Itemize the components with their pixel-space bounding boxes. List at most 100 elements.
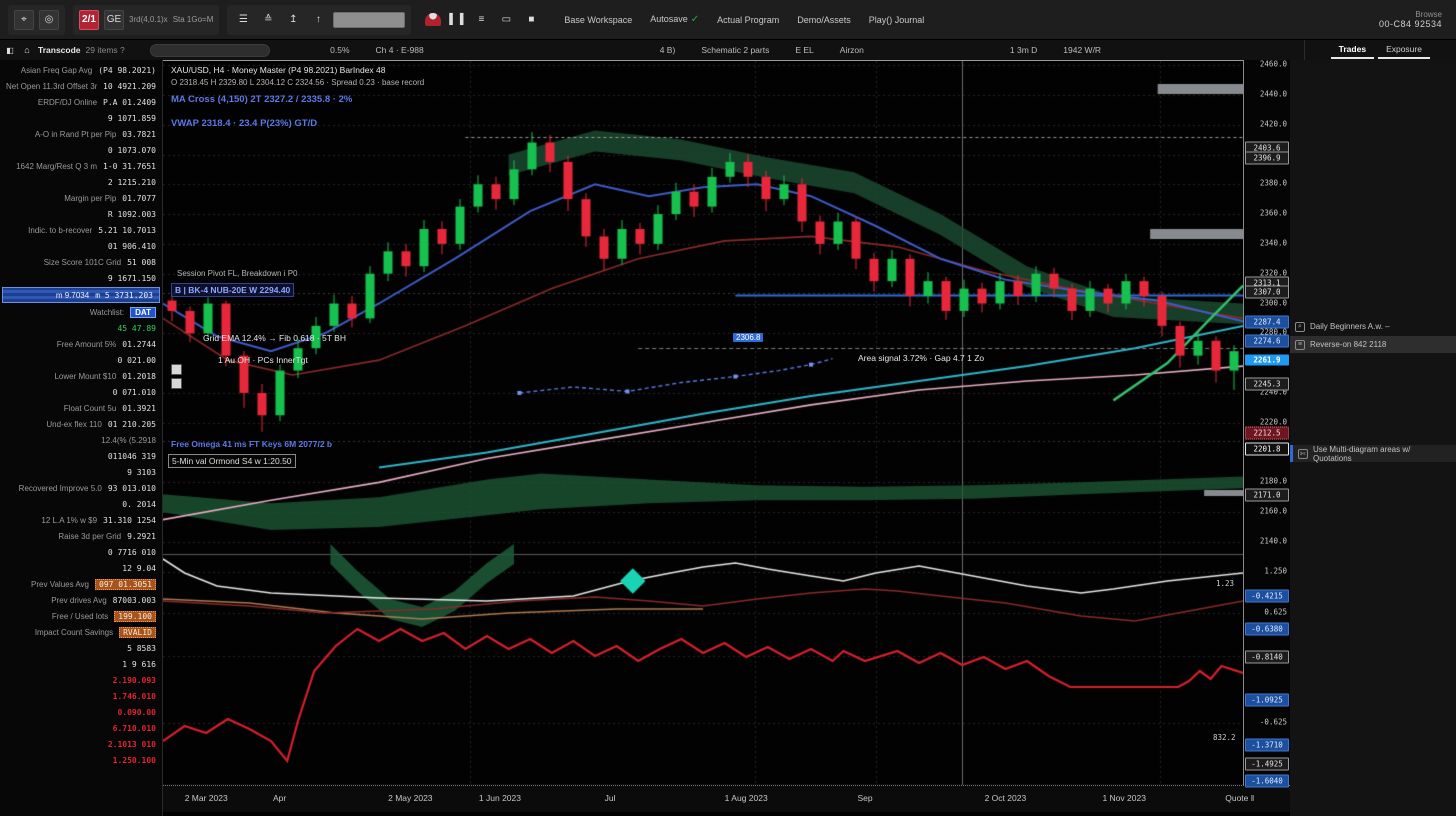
price-tag-dark[interactable]: 2307.0 xyxy=(1245,286,1289,299)
chat-tool-icon[interactable]: ■ xyxy=(521,10,541,30)
filter-tool-icon[interactable]: ↑ xyxy=(308,10,328,30)
watchlist-row[interactable]: Recovered Improve 5.093 013.010 xyxy=(0,480,162,496)
watchlist-row[interactable]: A-O in Rand Pt per Pip03.7821 xyxy=(0,126,162,142)
price-tag-blue[interactable]: 2287.4 xyxy=(1245,316,1289,329)
watchlist-row[interactable]: Float Count 5u01.3921 xyxy=(0,400,162,416)
watchlist-row[interactable]: Asian Freq Gap Avg(P4 98.2021) xyxy=(0,62,162,78)
watchlist-row[interactable]: m 9.7034m 5 3731.203 xyxy=(2,287,160,303)
layers-tool-icon[interactable]: ☰ xyxy=(233,10,253,30)
price-tag-blue[interactable]: -0.4215 xyxy=(1245,590,1289,603)
watchlist-row[interactable]: Lower Mount $1001.2018 xyxy=(0,368,162,384)
watchlist-row[interactable]: Indic. to b-recover5.21 10.7013 xyxy=(0,222,162,238)
menu-item-base-workspace[interactable]: Base Workspace xyxy=(555,15,641,25)
price-chart-canvas[interactable] xyxy=(163,61,1243,786)
watchlist-row[interactable]: 2.190.093 xyxy=(0,672,162,688)
watchlist-row[interactable]: 1642 Marg/Rest Q 3 m1-0 31.7651 xyxy=(0,158,162,174)
watchlist-row[interactable]: 0. 2014 xyxy=(0,496,162,512)
collapse-sidebar-icon[interactable]: ◧ xyxy=(4,44,16,56)
watchlist-row[interactable]: Watchlist:DAT xyxy=(0,304,162,320)
watchlist-row[interactable]: 0.090.00 xyxy=(0,704,162,720)
price-tag-dark[interactable]: -1.4925 xyxy=(1245,758,1289,771)
watchlist-row[interactable]: 1.746.010 xyxy=(0,688,162,704)
chart-range-token-1[interactable]: 1942 W/R xyxy=(1063,45,1101,55)
watchlist-row[interactable]: 9 3103 xyxy=(0,464,162,480)
watchlist-row[interactable]: Und-ex flex 11001 210.205 xyxy=(0,416,162,432)
chart-mid-token-3[interactable]: Airzon xyxy=(840,45,864,55)
watchlist-row[interactable]: 12.4(% (5.2918 xyxy=(0,432,162,448)
watchlist-row[interactable]: 5 8583 xyxy=(0,640,162,656)
chart-mid-token-0[interactable]: 4 B) xyxy=(660,45,676,55)
watchlist-row[interactable]: 9 1671.150 xyxy=(0,270,162,286)
time-axis[interactable]: 2 Mar 2023Apr2 May 20231 Jun 2023Jul1 Au… xyxy=(163,785,1290,812)
price-tag-blue[interactable]: -1.0925 xyxy=(1245,694,1289,707)
watchlist-row[interactable]: 1.250.100 xyxy=(0,752,162,768)
chart-token-0[interactable]: 0.5% xyxy=(330,45,349,55)
watchlist-row[interactable]: Raise 3d per Grid9.2921 xyxy=(0,528,162,544)
sell-buy-icon[interactable]: 2/1 xyxy=(79,10,99,30)
price-tag-red[interactable]: 2212.5 xyxy=(1245,427,1289,440)
pointer-tool-icon[interactable]: ⌖ xyxy=(14,10,34,30)
watchlist-row[interactable]: 12 9.04 xyxy=(0,560,162,576)
watchlist-row[interactable]: 0 7716 010 xyxy=(0,544,162,560)
price-axis[interactable]: 2460.02440.02420.02400.02380.02360.02340… xyxy=(1243,60,1290,785)
watchlist-row[interactable]: 45 47.89 xyxy=(0,320,162,336)
anchor-tool-icon[interactable]: ≙ xyxy=(258,10,278,30)
corner-browse-label[interactable]: Browse xyxy=(1379,10,1442,19)
tune-tool-icon[interactable]: ≡ xyxy=(471,10,491,30)
grid-tool-icon[interactable]: GE xyxy=(104,10,124,30)
watchlist-row[interactable]: Margin per Pip01.7077 xyxy=(0,190,162,206)
watchlist-row[interactable]: 011046 319 xyxy=(0,448,162,464)
panel-notification-item[interactable]: ≡Reverse-on 842 2118 xyxy=(1290,336,1456,353)
watchlist-row[interactable]: 0 1073.070 xyxy=(0,142,162,158)
watchlist-row[interactable]: 0 021.00 xyxy=(0,352,162,368)
watchlist-row[interactable]: Free / Used lots199.100 xyxy=(0,608,162,624)
price-tag-dark[interactable]: -0.8140 xyxy=(1245,651,1289,664)
watchlist-row[interactable]: 6.710.010 xyxy=(0,720,162,736)
watchlist-row[interactable]: 12 L.A 1% w $931.310 1254 xyxy=(0,512,162,528)
price-tag-dark[interactable]: 2245.3 xyxy=(1245,378,1289,391)
chart-tool-icon[interactable] xyxy=(171,378,182,389)
watchlist-row[interactable]: Free Amount 5%01.2744 xyxy=(0,336,162,352)
watchlist-row[interactable]: 01 906.410 xyxy=(0,238,162,254)
watchlist-row[interactable]: R 1092.003 xyxy=(0,206,162,222)
watchlist-row[interactable]: Size Score 101C Grid51 008 xyxy=(0,254,162,270)
chart-token-1[interactable]: Ch 4 · E-988 xyxy=(376,45,424,55)
price-tag-blue[interactable]: 2274.6 xyxy=(1245,335,1289,348)
price-tag-blue[interactable]: -1.6040 xyxy=(1245,775,1289,788)
price-tag-dark[interactable]: 2171.0 xyxy=(1245,489,1289,502)
watchlist-row[interactable]: 0 071.010 xyxy=(0,384,162,400)
price-tag-dark[interactable]: 2396.9 xyxy=(1245,152,1289,165)
watchlist-row[interactable]: Prev drives Avg87003.003 xyxy=(0,592,162,608)
watchlist-row[interactable]: Impact Count SavingsRVALID xyxy=(0,624,162,640)
panel-footer-item[interactable]: ✄Use Multi-diagram areas w/ Quotations xyxy=(1290,445,1456,462)
monitor-tool-icon[interactable]: ▭ xyxy=(496,10,516,30)
price-tag-white[interactable]: 2201.8 xyxy=(1245,443,1289,456)
watchlist-row[interactable]: Net Open 11.3rd Offset 3rd10 4921.209 xyxy=(0,78,162,94)
pin-tool-icon[interactable]: ↥ xyxy=(283,10,303,30)
tab-trades[interactable]: Trades xyxy=(1331,42,1374,59)
alarm-icon[interactable] xyxy=(425,13,441,26)
watchlist-row[interactable]: 2.1013 010 xyxy=(0,736,162,752)
order-size-input[interactable] xyxy=(333,12,405,28)
chart-mid-token-2[interactable]: E EL xyxy=(795,45,813,55)
price-tag-blue[interactable]: -0.6380 xyxy=(1245,623,1289,636)
menu-item-play-journal[interactable]: Play() Journal xyxy=(860,15,934,25)
menu-item-demo-assets[interactable]: Demo/Assets xyxy=(788,15,860,25)
chart-mid-token-1[interactable]: Schematic 2 parts xyxy=(701,45,769,55)
menu-item-autosave[interactable]: Autosave✓ xyxy=(641,14,708,25)
price-tag-bright[interactable]: 2261.9 xyxy=(1245,355,1289,366)
panel-notification-item[interactable]: ⌕Daily Beginners A.w. – xyxy=(1290,318,1456,335)
chart-area[interactable]: XAU/USD, H4 · Money Master (P4 98.2021) … xyxy=(163,60,1243,785)
watchlist-row[interactable]: Prev Values Avg097 01.3051 xyxy=(0,576,162,592)
watchlist-row[interactable]: 1 9 616 xyxy=(0,656,162,672)
price-tag-blue[interactable]: -1.3710 xyxy=(1245,739,1289,752)
menu-item-actual-program[interactable]: Actual Program xyxy=(708,15,788,25)
watchlist-row[interactable]: ERDF/DJ OnlineP.A 01.2409 xyxy=(0,94,162,110)
watchlist-row[interactable]: 2 1215.210 xyxy=(0,174,162,190)
watchlist-row[interactable]: 9 1071.859 xyxy=(0,110,162,126)
chart-tool-icon[interactable] xyxy=(171,364,182,375)
watchlist-search-input[interactable] xyxy=(150,44,270,57)
stats-tool-icon[interactable]: ▌▐ xyxy=(446,10,466,30)
chart-range-token-0[interactable]: 1 3m D xyxy=(1010,45,1037,55)
tab-exposure[interactable]: Exposure xyxy=(1378,42,1430,59)
